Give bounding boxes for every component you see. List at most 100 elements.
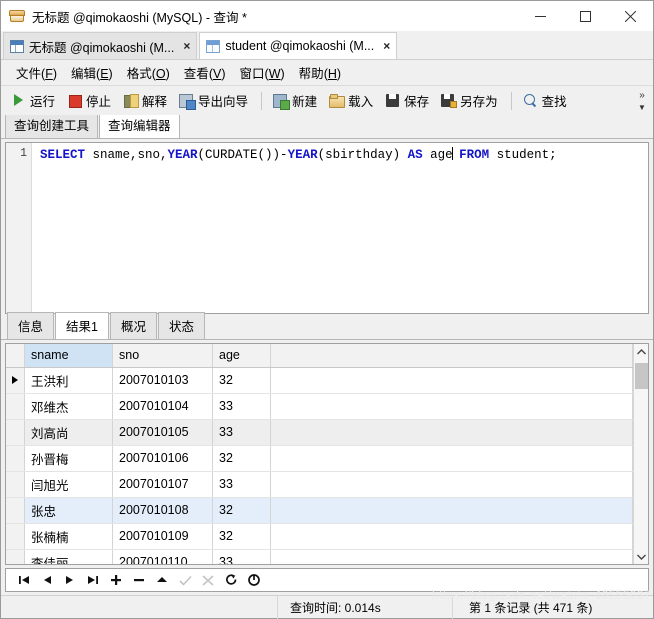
cell-age[interactable]: 33 [212, 471, 271, 498]
add-record-icon[interactable] [106, 570, 126, 590]
cell-sname[interactable]: 刘高尚 [24, 419, 113, 446]
cell-sname[interactable]: 李佳丽 [24, 549, 113, 564]
tab-profile[interactable]: 概况 [109, 312, 157, 339]
cell-sname[interactable]: 张忠 [24, 497, 113, 524]
cell-sname[interactable]: 王洪利 [24, 367, 113, 394]
menu-accel: F [45, 67, 53, 81]
column-header-sno[interactable]: sno [112, 344, 213, 368]
result-grid-container: sname sno age 王洪利 2007010103 32 邓维杰 2007… [1, 340, 653, 565]
save-button[interactable]: 保存 [380, 89, 434, 112]
cell-age[interactable]: 32 [212, 523, 271, 550]
prev-record-icon[interactable] [37, 570, 57, 590]
menu-item-window[interactable]: 窗口(W) [233, 61, 292, 84]
new-button[interactable]: 新建 [268, 89, 322, 112]
menu-accel: O [155, 67, 166, 81]
close-icon[interactable]: × [183, 40, 190, 52]
first-record-icon[interactable] [14, 570, 34, 590]
table-row[interactable]: 张楠楠 2007010109 32 [6, 523, 633, 550]
document-tab-student[interactable]: student @qimokaoshi (M... × [199, 32, 398, 59]
explain-button[interactable]: 解释 [118, 89, 172, 112]
stop-loading-icon[interactable] [244, 570, 264, 590]
tab-status[interactable]: 状态 [157, 312, 205, 339]
result-table: sname sno age 王洪利 2007010103 32 邓维杰 2007… [6, 344, 633, 564]
table-row[interactable]: 李佳丽 2007010110 33 [6, 549, 633, 564]
column-header-sname[interactable]: sname [24, 344, 113, 368]
toolbar-separator [510, 91, 512, 110]
export-wizard-label: 导出向导 [198, 95, 249, 109]
scrollbar-track[interactable] [634, 359, 649, 549]
status-cell-empty [1, 595, 278, 619]
menu-item-help[interactable]: 帮助(H) [292, 61, 348, 84]
nav icat-query-window: 无标题 @qimokaoshi (MySQL) - 查询 * 无标题 @qimo… [0, 0, 654, 619]
run-button[interactable]: 运行 [6, 89, 60, 112]
menu-label: 查看 [183, 67, 209, 81]
cell-sno[interactable]: 2007010109 [112, 523, 213, 550]
column-header-age[interactable]: age [212, 344, 271, 368]
next-record-icon[interactable] [60, 570, 80, 590]
cell-age[interactable]: 32 [212, 497, 271, 524]
cell-sname[interactable]: 闫旭光 [24, 471, 113, 498]
tab-result-1[interactable]: 结果1 [55, 312, 109, 339]
scroll-up-icon[interactable] [634, 344, 649, 359]
cell-age[interactable]: 33 [212, 393, 271, 420]
table-row[interactable]: 邓维杰 2007010104 33 [6, 393, 633, 420]
table-row[interactable]: 闫旭光 2007010107 33 [6, 471, 633, 498]
menu-item-edit[interactable]: 编辑(E) [64, 61, 120, 84]
export-wizard-icon [179, 93, 197, 110]
menu-accel: E [100, 67, 109, 81]
menu-item-view[interactable]: 查看(V) [177, 61, 233, 84]
refresh-icon[interactable] [221, 570, 241, 590]
export-wizard-button[interactable]: 导出向导 [174, 89, 253, 112]
cell-sno[interactable]: 2007010110 [112, 549, 213, 564]
edit-record-icon[interactable] [152, 570, 172, 590]
close-icon[interactable] [608, 1, 653, 31]
sql-token: (sbirthday) [317, 148, 408, 162]
cell-sno[interactable]: 2007010108 [112, 497, 213, 524]
table-row[interactable]: 孙晋梅 2007010106 32 [6, 445, 633, 472]
maximize-icon[interactable] [563, 1, 608, 31]
scroll-down-icon[interactable] [634, 549, 649, 564]
last-record-icon[interactable] [83, 570, 103, 590]
cell-age[interactable]: 33 [212, 419, 271, 446]
grid-vertical-scrollbar[interactable] [633, 344, 648, 564]
minimize-icon[interactable] [518, 1, 563, 31]
stop-button[interactable]: 停止 [62, 89, 116, 112]
cell-sno[interactable]: 2007010103 [112, 367, 213, 394]
tab-query-builder[interactable]: 查询创建工具 [5, 111, 99, 138]
sql-code-area[interactable]: SELECT sname,sno,YEAR(CURDATE())-YEAR(sb… [32, 143, 648, 313]
cell-sname[interactable]: 孙晋梅 [24, 445, 113, 472]
cell-sname[interactable]: 邓维杰 [24, 393, 113, 420]
table-row[interactable]: 张忠 2007010108 32 [6, 497, 633, 524]
table-row[interactable]: 刘高尚 2007010105 33 [6, 419, 633, 446]
find-button[interactable]: 查找 [518, 89, 572, 112]
table-row[interactable]: 王洪利 2007010103 32 [6, 367, 633, 394]
cell-sno[interactable]: 2007010104 [112, 393, 213, 420]
cell-sno[interactable]: 2007010107 [112, 471, 213, 498]
row-marker [6, 549, 25, 564]
sql-token: YEAR [287, 148, 318, 162]
cell-age[interactable]: 32 [212, 367, 271, 394]
explain-icon [123, 93, 140, 108]
sql-editor[interactable]: 1 SELECT sname,sno,YEAR(CURDATE())-YEAR(… [5, 142, 649, 314]
cell-sno[interactable]: 2007010106 [112, 445, 213, 472]
cancel-changes-icon[interactable] [198, 570, 218, 590]
menu-item-file[interactable]: 文件(F) [9, 61, 64, 84]
floppy-save-icon [385, 93, 400, 108]
toolbar-overflow-button[interactable]: » ▼ [634, 86, 650, 116]
menu-item-format[interactable]: 格式(O) [120, 61, 177, 84]
document-tab-untitled-query[interactable]: 无标题 @qimokaoshi (M... × [3, 32, 198, 59]
apply-changes-icon[interactable] [175, 570, 195, 590]
cell-age[interactable]: 33 [212, 549, 271, 564]
scrollbar-thumb[interactable] [634, 363, 648, 389]
cell-sno[interactable]: 2007010105 [112, 419, 213, 446]
cell-age[interactable]: 32 [212, 445, 271, 472]
delete-record-icon[interactable] [129, 570, 149, 590]
cell-filler [270, 445, 633, 472]
document-tab-label: 无标题 @qimokaoshi (M... [29, 40, 175, 55]
tab-query-editor[interactable]: 查询编辑器 [99, 111, 180, 138]
cell-sname[interactable]: 张楠楠 [24, 523, 113, 550]
save-as-button[interactable]: 另存为 [436, 89, 503, 112]
tab-info[interactable]: 信息 [7, 312, 55, 339]
load-button[interactable]: 载入 [324, 89, 378, 112]
close-icon[interactable]: × [383, 40, 390, 52]
